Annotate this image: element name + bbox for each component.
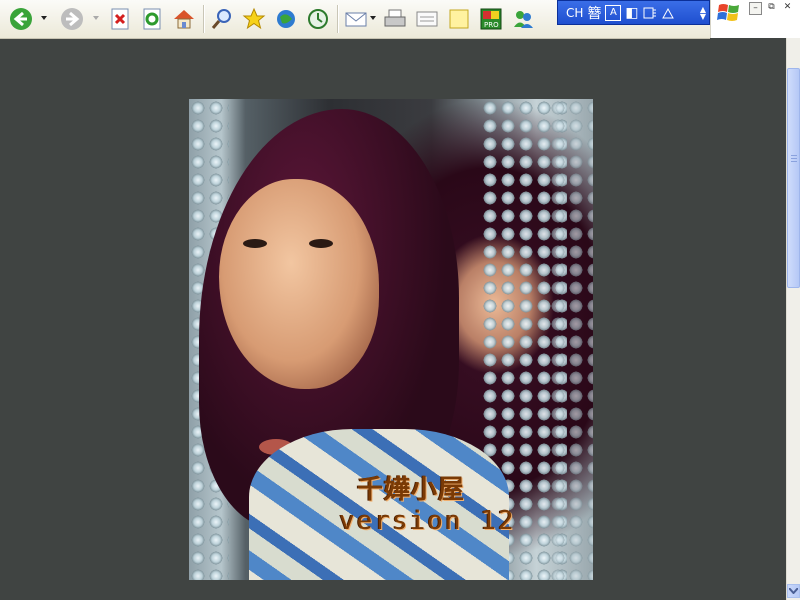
caption-title: 千嬅小屋 [357, 475, 466, 505]
minimize-button[interactable]: – [749, 2, 762, 15]
ime-softkbd-icon[interactable] [661, 4, 675, 22]
search-button[interactable] [210, 7, 234, 31]
scrollbar-thumb[interactable] [787, 68, 800, 288]
mail-dropdown-icon[interactable] [370, 16, 376, 20]
chevron-down-icon [789, 588, 798, 594]
ime-scroll-arrows-icon[interactable]: ▲ ▼ [700, 4, 706, 22]
favorites-icon [242, 7, 266, 30]
pro-icon: PRO [480, 8, 502, 30]
ime-toolbar[interactable]: CH 簪 A ◧ ▲ ▼ [557, 0, 710, 25]
print-icon [384, 9, 406, 27]
media-button[interactable] [274, 7, 298, 31]
ime-char-label[interactable]: 簪 [587, 4, 601, 22]
stop-button[interactable] [108, 7, 132, 31]
caption-version: version 12 [339, 506, 516, 536]
restore-button[interactable]: ⧉ [765, 2, 778, 15]
svg-text:PRO: PRO [484, 21, 499, 29]
stop-icon [111, 8, 129, 30]
pro-button[interactable]: PRO [479, 7, 503, 31]
media-icon [277, 10, 295, 28]
scroll-down-button[interactable] [787, 584, 800, 598]
refresh-icon [143, 8, 161, 30]
search-icon [211, 9, 231, 29]
ime-mode-a[interactable]: A [605, 4, 622, 21]
discuss-button[interactable] [447, 7, 471, 31]
back-button[interactable] [9, 7, 33, 31]
print-button[interactable] [383, 7, 407, 31]
windows-logo-icon [717, 4, 739, 21]
mail-button[interactable] [344, 7, 368, 31]
refresh-button[interactable] [140, 7, 164, 31]
mail-icon [345, 12, 367, 27]
home-icon [174, 10, 194, 29]
messenger-button[interactable] [511, 7, 535, 31]
messenger-icon [514, 11, 533, 28]
close-button[interactable]: ✕ [781, 2, 794, 15]
forward-button[interactable] [60, 7, 84, 31]
back-icon [10, 8, 32, 30]
ime-lang-label[interactable]: CH [566, 4, 583, 22]
vertical-scrollbar[interactable] [786, 38, 800, 600]
ime-punct-icon[interactable] [643, 4, 657, 22]
favorites-button[interactable] [242, 7, 266, 31]
discuss-icon [449, 9, 469, 29]
home-button[interactable] [172, 7, 196, 31]
ime-mode-b[interactable]: ◧ [625, 4, 638, 22]
photo-caption: 千嬅小屋 version 12 [339, 469, 539, 536]
edit-button[interactable] [415, 7, 439, 31]
window-corner: – ⧉ ✕ [710, 0, 800, 38]
history-icon [308, 9, 328, 29]
forward-dropdown-icon[interactable] [93, 16, 99, 20]
edit-icon [416, 11, 438, 27]
history-button[interactable] [306, 7, 330, 31]
forward-icon [61, 8, 83, 30]
back-dropdown-icon[interactable] [41, 16, 47, 20]
splash-photo: 千嬅小屋 version 12 [189, 99, 593, 580]
